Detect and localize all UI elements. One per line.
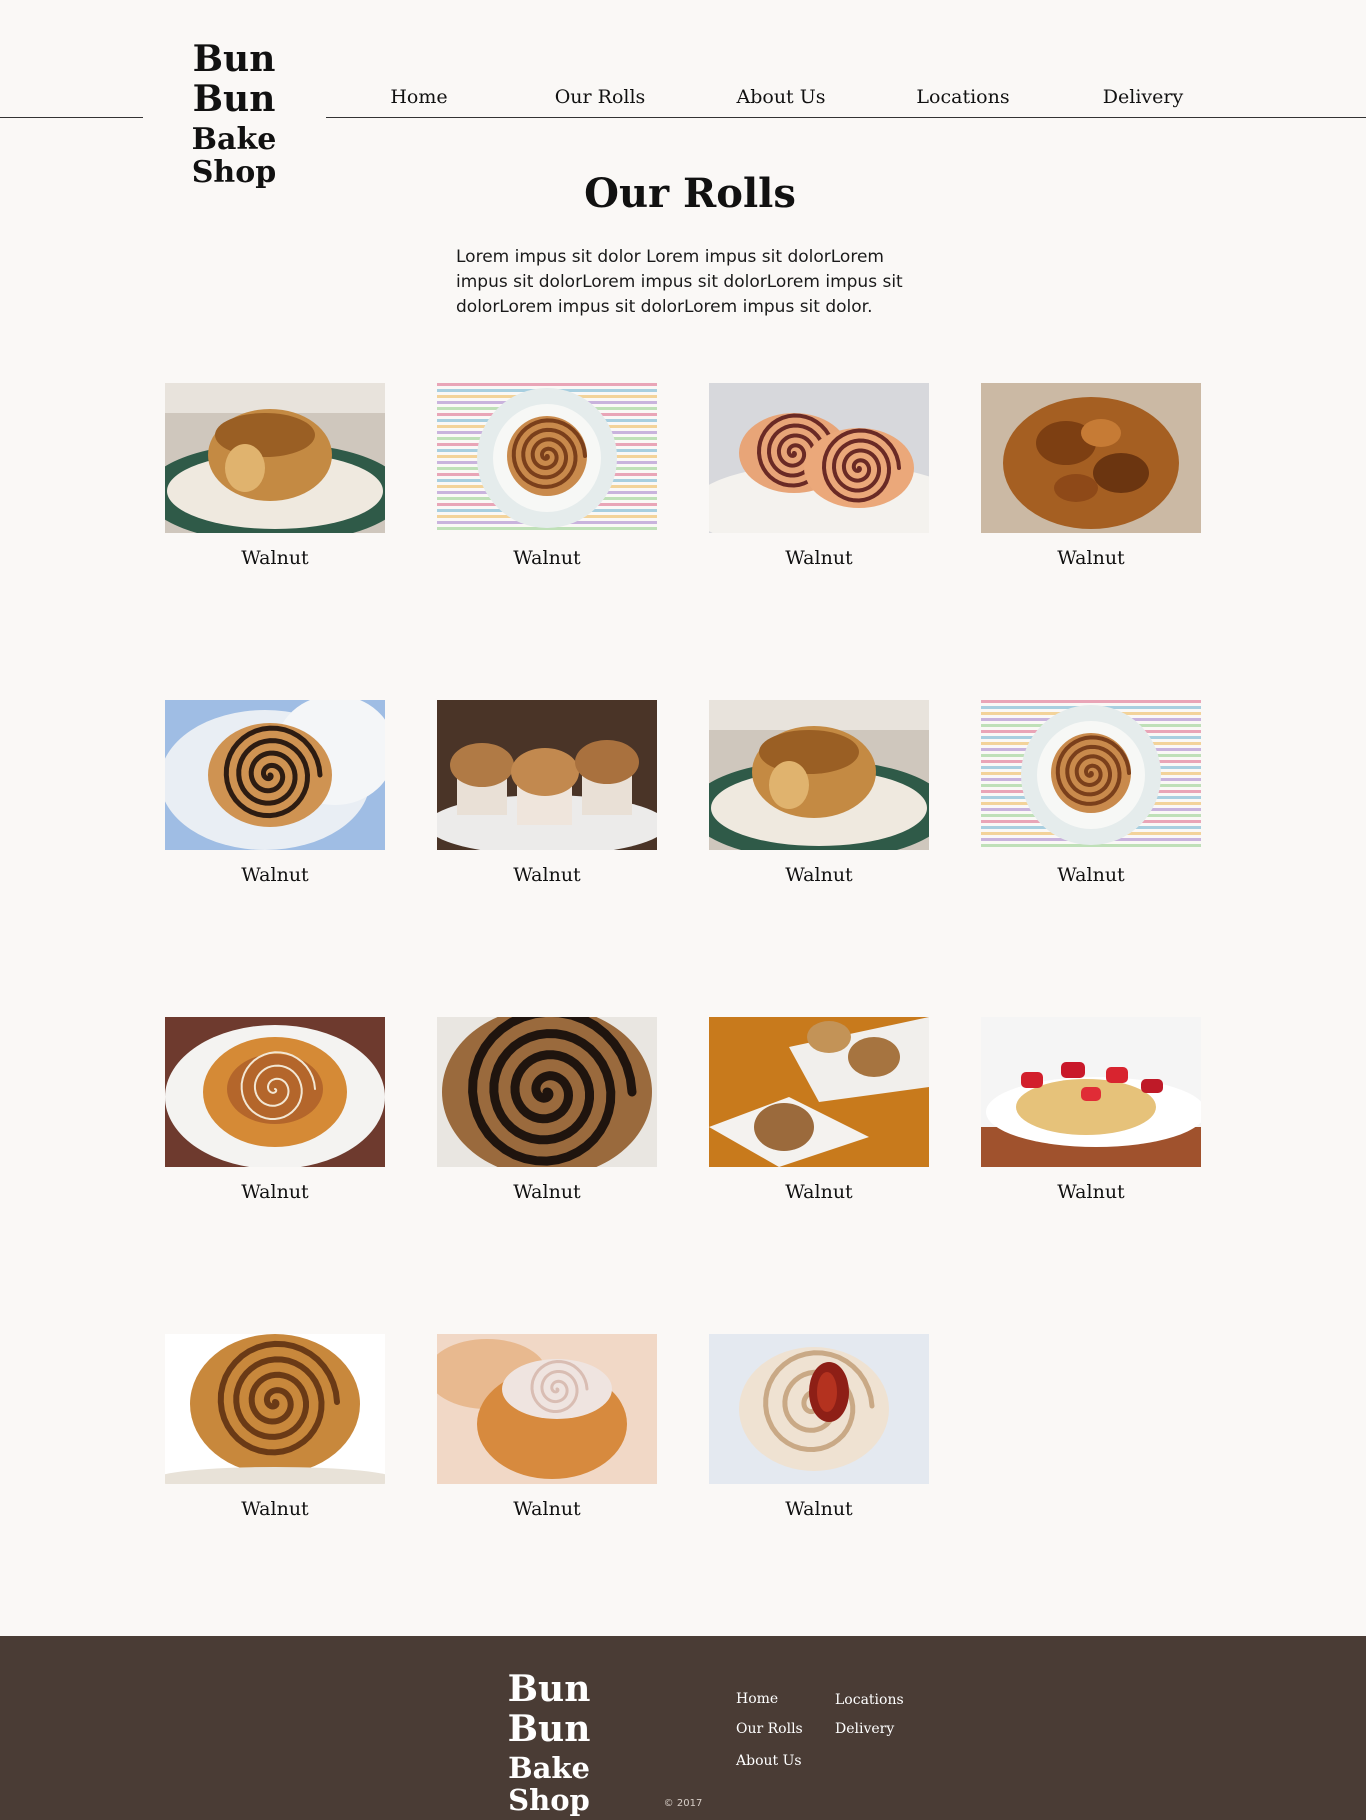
footer-logo-line-1: Bun Bun: [507, 1668, 591, 1750]
roll-label: Walnut: [785, 547, 853, 569]
roll-card[interactable]: Walnut: [981, 383, 1201, 622]
roll-card[interactable]: Walnut: [165, 1334, 385, 1573]
roll-card[interactable]: Walnut: [437, 383, 657, 622]
copyright: © 2017: [663, 1798, 703, 1809]
roll-label: Walnut: [513, 1498, 581, 1520]
footer-link-home[interactable]: Home: [736, 1691, 778, 1707]
rolls-grid: Walnut Walnut Walnut Walnut Walnut Walnu…: [165, 383, 1205, 1573]
footer-link-our-rolls[interactable]: Our Rolls: [736, 1721, 803, 1737]
roll-card[interactable]: Walnut: [437, 1017, 657, 1256]
roll-photo[interactable]: [165, 1334, 385, 1484]
roll-photo[interactable]: [165, 700, 385, 850]
footer-link-about-us[interactable]: About Us: [736, 1753, 802, 1769]
footer-logo[interactable]: Bun Bun Bake Shop: [478, 1668, 620, 1817]
roll-card[interactable]: Walnut: [165, 700, 385, 939]
nav-delivery[interactable]: Delivery: [1103, 86, 1183, 108]
header-rule-left: [0, 117, 143, 118]
roll-card[interactable]: Walnut: [981, 1017, 1201, 1256]
roll-card[interactable]: Walnut: [709, 1334, 929, 1573]
roll-photo[interactable]: [437, 700, 657, 850]
footer-link-locations[interactable]: Locations: [835, 1692, 904, 1708]
roll-photo[interactable]: [709, 1017, 929, 1167]
nav-our-rolls[interactable]: Our Rolls: [555, 86, 646, 108]
roll-card[interactable]: Walnut: [165, 383, 385, 622]
roll-card[interactable]: Walnut: [709, 383, 929, 622]
roll-photo[interactable]: [981, 700, 1201, 850]
roll-label: Walnut: [1057, 1181, 1125, 1203]
roll-label: Walnut: [785, 1498, 853, 1520]
roll-label: Walnut: [513, 1181, 581, 1203]
roll-card[interactable]: Walnut: [165, 1017, 385, 1256]
main-nav: Home Our Rolls About Us Locations Delive…: [0, 86, 1366, 116]
roll-photo[interactable]: [437, 383, 657, 533]
roll-photo[interactable]: [437, 1017, 657, 1167]
roll-photo[interactable]: [437, 1334, 657, 1484]
page-title: Our Rolls: [584, 170, 796, 217]
header-rule-right: [326, 117, 1366, 118]
roll-card[interactable]: Walnut: [981, 700, 1201, 939]
intro-text: Lorem impus sit dolor Lorem impus sit do…: [456, 247, 903, 317]
roll-card[interactable]: Walnut: [709, 1017, 929, 1256]
site-header: Bun Bun Bake Shop Home Our Rolls About U…: [0, 0, 1366, 189]
roll-photo[interactable]: [981, 1017, 1201, 1167]
roll-photo[interactable]: [981, 383, 1201, 533]
roll-photo[interactable]: [709, 383, 929, 533]
roll-card[interactable]: Walnut: [709, 700, 929, 939]
roll-label: Walnut: [513, 864, 581, 886]
roll-label: Walnut: [241, 1498, 309, 1520]
roll-label: Walnut: [1057, 547, 1125, 569]
roll-label: Walnut: [241, 1181, 309, 1203]
roll-label: Walnut: [1057, 864, 1125, 886]
roll-label: Walnut: [785, 1181, 853, 1203]
roll-card[interactable]: Walnut: [437, 700, 657, 939]
nav-locations[interactable]: Locations: [916, 86, 1009, 108]
roll-label: Walnut: [785, 864, 853, 886]
roll-card[interactable]: Walnut: [437, 1334, 657, 1573]
roll-photo[interactable]: [165, 1017, 385, 1167]
nav-home[interactable]: Home: [390, 86, 447, 108]
footer-link-delivery[interactable]: Delivery: [835, 1721, 894, 1737]
site-footer: Bun Bun Bake Shop Home Our Rolls About U…: [0, 1636, 1366, 1820]
roll-label: Walnut: [241, 864, 309, 886]
roll-photo[interactable]: [709, 1334, 929, 1484]
nav-about-us[interactable]: About Us: [737, 86, 826, 108]
roll-photo[interactable]: [165, 383, 385, 533]
roll-label: Walnut: [513, 547, 581, 569]
roll-label: Walnut: [241, 547, 309, 569]
roll-photo[interactable]: [709, 700, 929, 850]
